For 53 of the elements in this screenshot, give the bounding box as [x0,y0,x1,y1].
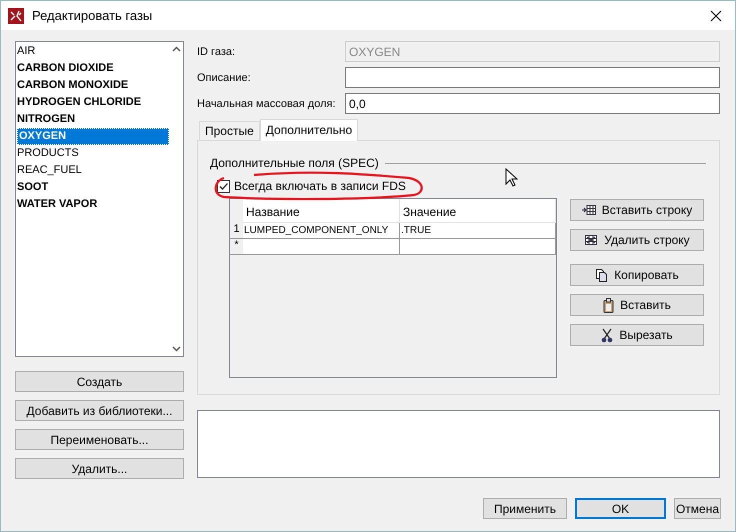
paste-button[interactable]: Вставить [570,294,704,316]
row-header: 1 [230,223,243,239]
gas-list-item[interactable]: CARBON MONOXIDE [16,77,169,94]
gas-list-item[interactable]: REAC_FUEL [16,162,169,179]
group-title: Дополнительные поля (SPEC) [210,156,379,170]
gas-list-item[interactable]: AIR [16,43,169,60]
dialog-button[interactable]: Отмена [674,498,721,519]
table-cell[interactable] [400,239,556,255]
text-area[interactable] [197,410,720,478]
column-header[interactable]: Название [243,199,400,223]
text-field[interactable] [345,67,720,88]
list-button[interactable]: Удалить... [15,458,184,479]
insert-row-icon [582,204,596,216]
gas-list[interactable]: AIR CARBON DIOXIDE CARBON MONOXIDE HYDROGEN CHLORIDE NITROGEN OXYGEN PRODUCTS REAC_FUEL SOOT WATER VAPOR [15,41,184,357]
gas-list-item[interactable]: WATER VAPOR [16,196,169,213]
field-label: Начальная массовая доля: [197,98,337,110]
delete-button[interactable]: Удалить строку [570,229,704,251]
field-label: Описание: [197,72,252,84]
app-icon [8,8,24,24]
table-cell[interactable]: .TRUE [400,223,556,239]
table-cell[interactable]: LUMPED_COMPONENT_ONLY [243,223,400,239]
gas-list-item[interactable]: CARBON DIOXIDE [16,60,169,77]
list-button[interactable]: Создать [15,371,184,392]
gas-list-item[interactable]: PRODUCTS [16,145,169,162]
gas-list-item[interactable]: NITROGEN [16,111,169,128]
dialog-button[interactable]: OK [575,498,666,519]
checkbox[interactable] [217,180,230,192]
clipboard-icon [603,298,614,312]
tab[interactable]: Простые [199,121,260,140]
checkbox-label[interactable]: Всегда включать в записи FDS [234,179,406,193]
window-title: Редактировать газы [32,8,152,23]
mouse-pointer-icon [505,168,518,188]
text-field[interactable]: 0,0 [345,93,720,114]
column-header[interactable]: Значение [400,199,556,223]
dialog-button[interactable]: Применить [483,498,567,519]
delete-row-icon [584,234,598,246]
close-icon[interactable] [710,10,722,22]
gas-list-item[interactable]: OXYGEN [17,128,169,145]
field-label: ID газа: [197,46,236,58]
copy-button[interactable]: Копировать [570,264,704,286]
row-header: * [230,239,243,255]
scroll-down-icon[interactable] [172,346,180,352]
tab[interactable]: Дополнительно [260,119,358,141]
scissors-icon [601,328,614,342]
list-button[interactable]: Добавить из библиотеки... [15,400,184,421]
scroll-up-icon[interactable] [172,46,180,52]
table-cell[interactable] [243,239,400,255]
gas-list-item[interactable]: HYDROGEN CHLORIDE [16,94,169,111]
list-button[interactable]: Переименовать... [15,429,184,450]
insert-button[interactable]: Вставить строку [570,199,704,221]
cut-button[interactable]: Вырезать [570,324,704,346]
gas-list-item[interactable]: SOOT [16,179,169,196]
copy-icon [595,268,608,282]
